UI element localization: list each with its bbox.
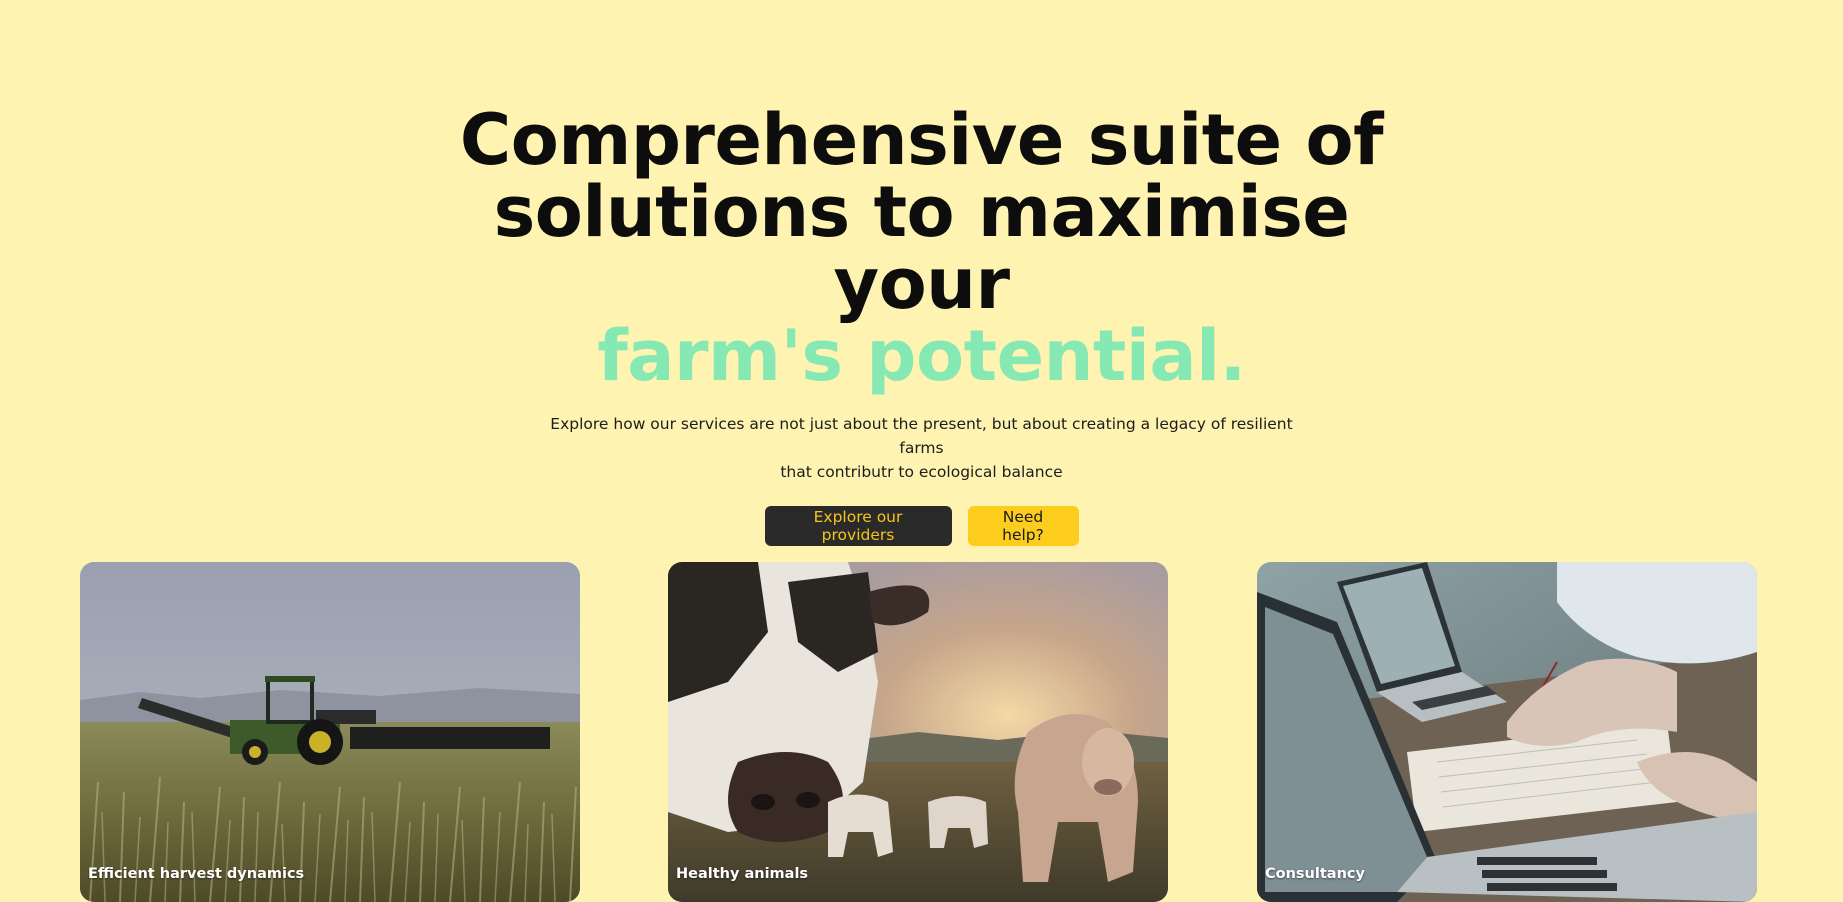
card-label: Healthy animals xyxy=(676,866,809,882)
subtitle-line-1: Explore how our services are not just ab… xyxy=(550,415,1293,457)
hero-actions: Explore our providers Need help? xyxy=(0,506,1843,546)
headline-line-2: solutions to maximise your xyxy=(493,171,1350,325)
laptops-and-notes-photo xyxy=(1257,562,1757,902)
card-consultancy[interactable]: Consultancy xyxy=(1257,562,1757,902)
card-label: Efficient harvest dynamics xyxy=(88,866,305,882)
card-efficient-harvest[interactable]: Efficient harvest dynamics xyxy=(80,562,580,902)
tractor-in-field-photo xyxy=(80,562,580,902)
hero-headline: Comprehensive suite of solutions to maxi… xyxy=(422,104,1422,392)
card-label: Consultancy xyxy=(1265,866,1365,882)
need-help-button[interactable]: Need help? xyxy=(967,506,1079,546)
headline-line-1: Comprehensive suite of xyxy=(459,99,1384,181)
hero-section: Comprehensive suite of solutions to maxi… xyxy=(0,104,1843,546)
headline-accent: farm's potential. xyxy=(597,315,1246,397)
explore-providers-button[interactable]: Explore our providers xyxy=(764,506,952,546)
hero-subtitle: Explore how our services are not just ab… xyxy=(542,412,1302,484)
card-healthy-animals[interactable]: Healthy animals xyxy=(668,562,1168,902)
subtitle-line-2: that contributr to ecological balance xyxy=(780,463,1063,481)
cows-at-sunset-photo xyxy=(668,562,1168,902)
